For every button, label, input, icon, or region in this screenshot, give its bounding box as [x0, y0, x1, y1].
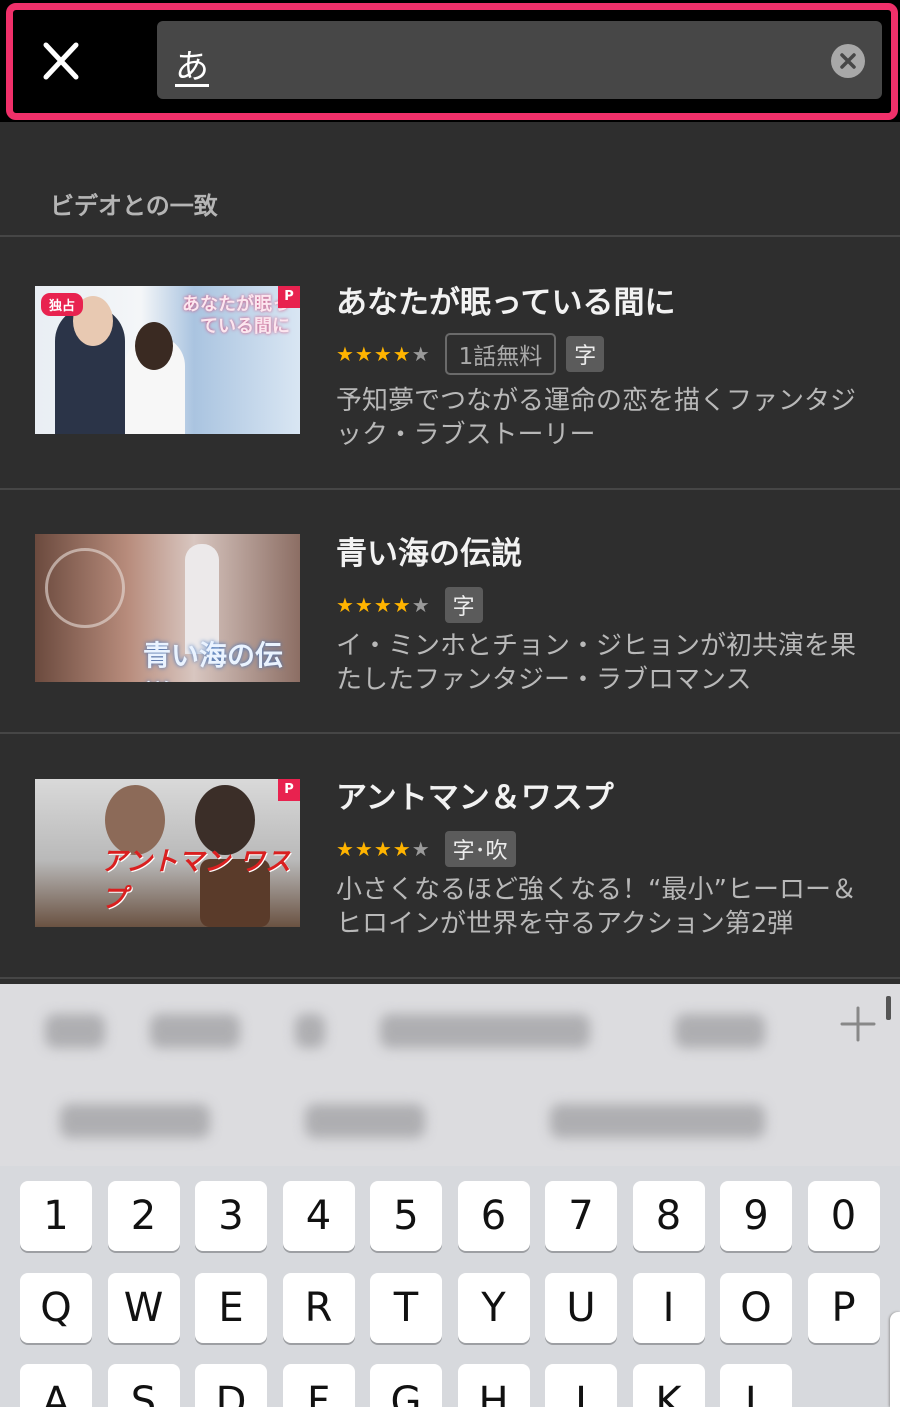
- key-e[interactable]: E: [195, 1273, 267, 1343]
- free-episode-badge: 1話無料: [444, 333, 557, 375]
- key-t[interactable]: T: [370, 1273, 442, 1343]
- suggestion-candidate[interactable]: [150, 1014, 240, 1048]
- key-w[interactable]: W: [107, 1273, 180, 1343]
- subtitle-badge: 字: [444, 587, 483, 623]
- key-4[interactable]: 4: [282, 1181, 355, 1251]
- rating-stars: ★★★★★: [336, 593, 431, 617]
- key-g[interactable]: G: [370, 1364, 442, 1407]
- thumb-ornament: [45, 548, 125, 628]
- result-meta: ★★★★★ 字: [336, 585, 876, 625]
- result-title[interactable]: あなたが眠っている間に: [336, 277, 876, 322]
- result-info: あなたが眠っている間に ★★★★★ 1話無料 字 予知夢でつながる運命の恋を描く…: [336, 277, 876, 452]
- keyboard-edge: [890, 1312, 900, 1407]
- result-item-1[interactable]: あなたが眠っている間に 独占 P あなたが眠っている間に ★★★★★ 1話無料 …: [0, 237, 900, 481]
- key-l[interactable]: L: [720, 1364, 792, 1407]
- key-u[interactable]: U: [545, 1273, 617, 1343]
- suggestion-candidate[interactable]: [305, 1104, 425, 1138]
- thumb-title: 青い海の伝説: [143, 639, 284, 682]
- key-y[interactable]: Y: [457, 1273, 530, 1343]
- key-p[interactable]: P: [807, 1273, 880, 1343]
- key-f[interactable]: F: [282, 1364, 355, 1407]
- key-d[interactable]: D: [195, 1364, 267, 1407]
- key-h[interactable]: H: [457, 1364, 530, 1407]
- thumbnail: あなたが眠っている間に 独占 P: [35, 286, 300, 434]
- rating-stars: ★★★★★: [336, 837, 431, 861]
- key-2[interactable]: 2: [107, 1181, 180, 1251]
- highlight-frame: [6, 3, 898, 120]
- key-a[interactable]: A: [20, 1364, 92, 1407]
- premium-mark: P: [278, 779, 300, 801]
- search-header: あ: [0, 0, 900, 122]
- result-meta: ★★★★★ 字･吹: [336, 829, 876, 869]
- suggestion-candidate[interactable]: [380, 1014, 590, 1048]
- result-info: 青い海の伝説 ★★★★★ 字 イ・ミンホとチョン・ジヒョンが初共演を果たしたファ…: [336, 528, 876, 697]
- key-3[interactable]: 3: [195, 1181, 267, 1251]
- key-0[interactable]: 0: [807, 1181, 880, 1251]
- key-q[interactable]: Q: [20, 1273, 92, 1343]
- suggestion-candidate[interactable]: [550, 1104, 765, 1138]
- thumb-face-woman: [135, 322, 173, 370]
- result-info: アントマン＆ワスプ ★★★★★ 字･吹 小さくなるほど強くなる！“最小”ヒーロー…: [336, 772, 876, 941]
- key-7[interactable]: 7: [545, 1181, 617, 1251]
- suggestion-candidate[interactable]: [295, 1014, 325, 1048]
- keyboard: 1234567890 QWERTYUIOP ASDFGHJKL: [0, 984, 900, 1407]
- key-j[interactable]: J: [545, 1364, 617, 1407]
- key-o[interactable]: O: [720, 1273, 792, 1343]
- key-6[interactable]: 6: [457, 1181, 530, 1251]
- result-item-2[interactable]: 青い海の伝説 青い海の伝説 ★★★★★ 字 イ・ミンホとチョン・ジヒョンが初共演…: [0, 490, 900, 734]
- key-k[interactable]: K: [632, 1364, 705, 1407]
- suggestion-candidate[interactable]: [60, 1104, 210, 1138]
- thumbnail: アントマン ワスプ P: [35, 779, 300, 927]
- divider: [0, 977, 900, 979]
- rating-stars: ★★★★★: [336, 342, 431, 366]
- key-9[interactable]: 9: [720, 1181, 792, 1251]
- thumb-title: アントマン ワスプ: [101, 847, 292, 914]
- result-title[interactable]: アントマン＆ワスプ: [336, 772, 876, 817]
- result-description: 小さくなるほど強くなる！“最小”ヒーロー＆ヒロインが世界を守るアクション第2弾: [336, 875, 857, 939]
- scroll-indicator: [886, 996, 891, 1020]
- key-8[interactable]: 8: [632, 1181, 705, 1251]
- search-results: ビデオとの一致 あなたが眠っている間に 独占 P あなたが眠っている間に ★★★…: [0, 122, 900, 984]
- plus-icon[interactable]: [838, 1004, 878, 1044]
- result-title[interactable]: 青い海の伝説: [336, 528, 876, 573]
- exclusive-badge: 独占: [41, 293, 84, 316]
- premium-mark: P: [278, 286, 300, 308]
- result-meta: ★★★★★ 1話無料 字: [336, 333, 876, 375]
- thumb-title: あなたが眠っている間に: [182, 294, 290, 337]
- subtitle-badge: 字: [566, 336, 605, 372]
- result-item-3[interactable]: アントマン ワスプ P アントマン＆ワスプ ★★★★★ 字･吹 小さくなるほど強…: [0, 734, 900, 978]
- section-title: ビデオとの一致: [50, 192, 218, 220]
- subtitle-badge: 字･吹: [444, 831, 516, 867]
- result-description: 予知夢でつながる運命の恋を描くファンタジック・ラブストーリー: [336, 386, 857, 450]
- suggestion-candidate[interactable]: [675, 1014, 765, 1048]
- suggestion-bar: [0, 984, 900, 1166]
- key-r[interactable]: R: [282, 1273, 355, 1343]
- key-i[interactable]: I: [632, 1273, 705, 1343]
- thumbnail: 青い海の伝説: [35, 534, 300, 682]
- key-s[interactable]: S: [107, 1364, 180, 1407]
- key-1[interactable]: 1: [20, 1181, 92, 1251]
- key-5[interactable]: 5: [370, 1181, 442, 1251]
- suggestion-candidate[interactable]: [45, 1014, 105, 1048]
- result-description: イ・ミンホとチョン・ジヒョンが初共演を果たしたファンタジー・ラブロマンス: [336, 631, 857, 695]
